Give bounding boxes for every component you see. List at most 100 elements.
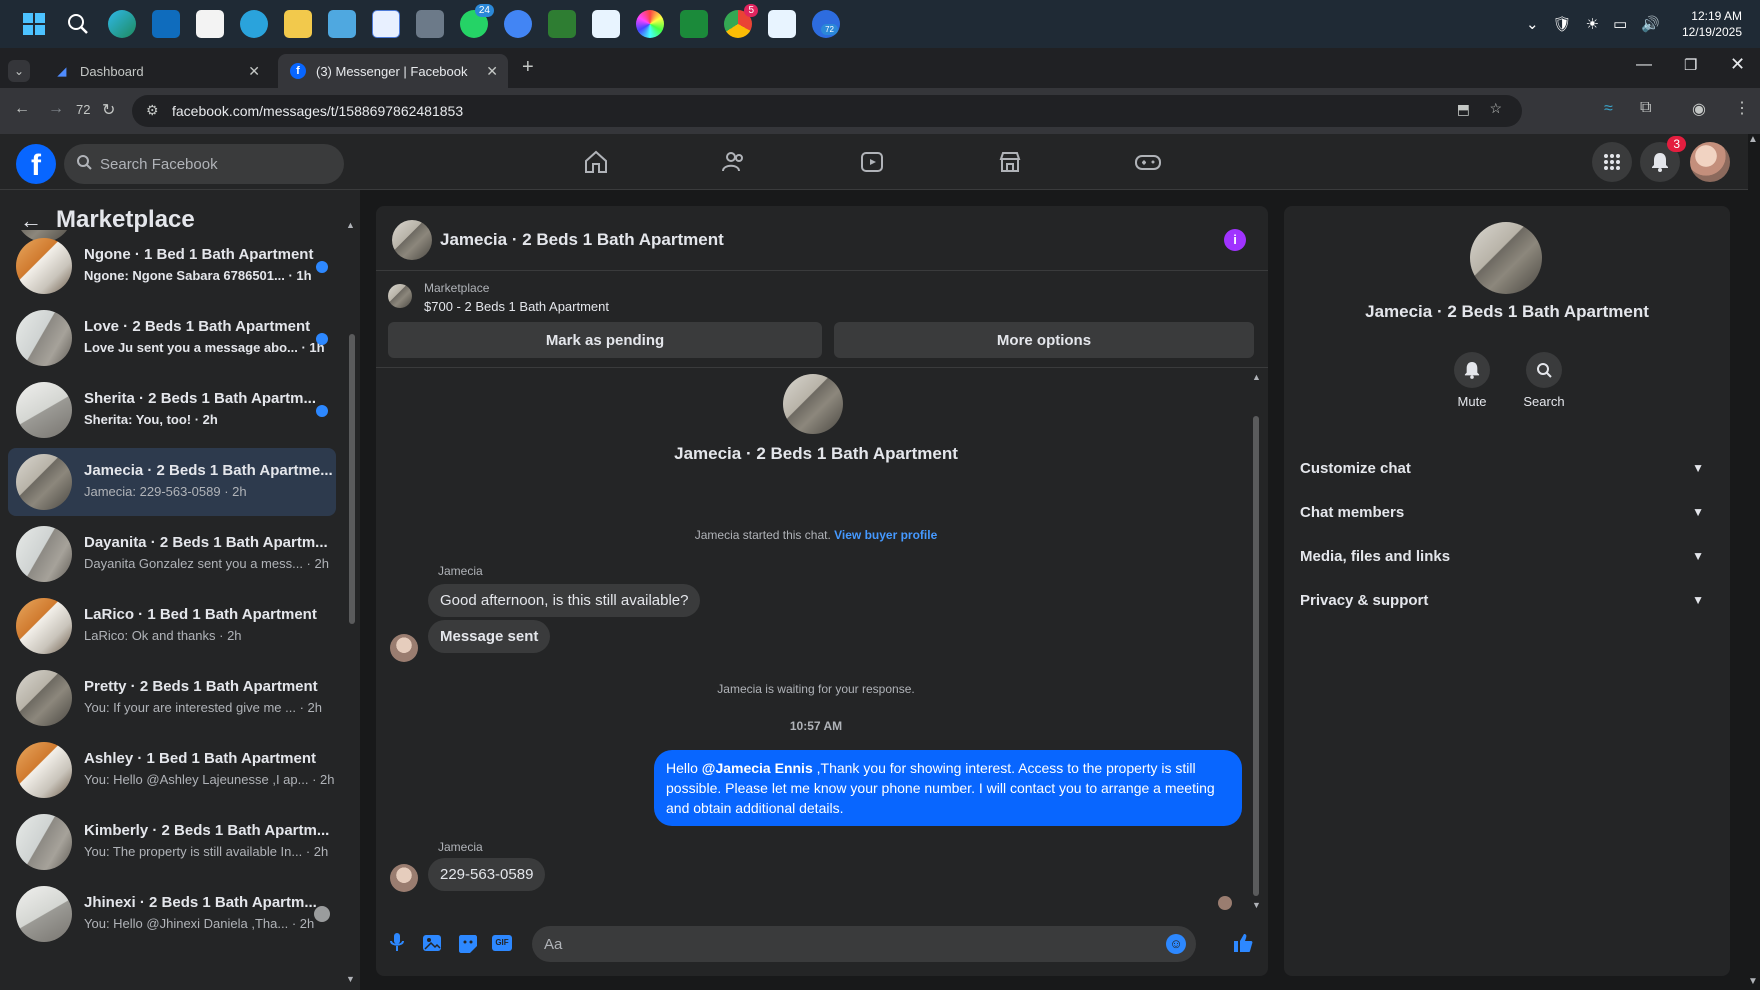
install-icon[interactable]: ⬒ <box>1457 101 1470 118</box>
chat-list-item[interactable]: Kimberly · 2 Beds 1 Bath Apartm... You: T… <box>8 808 336 876</box>
chat-header-avatar[interactable] <box>392 220 432 260</box>
chat-list-item[interactable]: Jamecia · 2 Beds 1 Bath Apartme... Jameci… <box>8 448 336 516</box>
tab-search-icon[interactable]: ⌄ <box>8 60 30 82</box>
sender-avatar[interactable] <box>390 634 418 662</box>
chat-list-item[interactable]: Jhinexi · 2 Beds 1 Bath Apartm... You: He… <box>8 880 336 948</box>
restore-button[interactable]: ❐ <box>1684 56 1697 74</box>
site-info-icon[interactable]: ⚙ <box>146 102 159 119</box>
infinity-app-icon[interactable] <box>680 10 708 38</box>
volume-icon[interactable]: 🔊 <box>1641 15 1660 33</box>
chat-list-item[interactable]: Dayanita · 2 Beds 1 Bath Apartm... Dayani… <box>8 520 336 588</box>
close-icon[interactable]: ✕ <box>486 63 498 80</box>
menu-kebab-icon[interactable]: ⋮ <box>1734 98 1750 118</box>
file-explorer-icon[interactable] <box>284 10 312 38</box>
gif-icon[interactable]: GIF <box>492 935 512 951</box>
thumbs-up-icon[interactable] <box>1232 932 1254 960</box>
facebook-search-input[interactable]: Search Facebook <box>64 144 344 184</box>
chat-list-item[interactable]: Love · 2 Beds 1 Bath Apartment Love Ju se… <box>8 304 336 372</box>
scroll-up-arrow-icon[interactable]: ▲ <box>1748 134 1758 145</box>
close-window-button[interactable]: ✕ <box>1730 54 1745 75</box>
sender-avatar[interactable] <box>390 864 418 892</box>
edge-icon[interactable] <box>108 10 136 38</box>
scroll-up-icon[interactable]: ▲ <box>346 220 355 230</box>
scroll-down-icon[interactable]: ▼ <box>1252 900 1261 910</box>
listing-thumbnail[interactable] <box>388 284 412 308</box>
view-buyer-profile-link[interactable]: View buyer profile <box>834 528 937 542</box>
store-icon[interactable] <box>196 10 224 38</box>
extension-icon[interactable]: ≈ <box>1604 100 1613 118</box>
scrollbar-thumb[interactable] <box>1253 416 1259 896</box>
close-icon[interactable]: ✕ <box>248 63 260 80</box>
video-icon[interactable] <box>856 146 888 178</box>
section-customize-chat[interactable]: Customize chat ▼ <box>1300 448 1714 488</box>
emoji-icon[interactable]: ☺ <box>1166 934 1186 954</box>
message-out[interactable]: Hello @Jamecia Ennis ,Thank you for show… <box>654 750 1242 826</box>
chat-list-item[interactable]: Sherita · 2 Beds 1 Bath Apartm... Sherita… <box>8 376 336 444</box>
chat-list-item[interactable]: Ashley · 1 Bed 1 Bath Apartment You: Hell… <box>8 736 336 804</box>
sail-app-icon[interactable] <box>592 10 620 38</box>
home-icon[interactable] <box>580 146 612 178</box>
minimize-button[interactable]: — <box>1636 56 1652 74</box>
color-picker-icon[interactable] <box>636 10 664 38</box>
forward-icon[interactable]: → <box>48 100 64 118</box>
search-icon[interactable] <box>64 10 92 38</box>
tab-dashboard[interactable]: ◢ Dashboard ✕ <box>42 54 270 88</box>
url-bar[interactable]: ⚙ facebook.com/messages/t/15886978624818… <box>132 95 1522 127</box>
page-scroll-down-icon[interactable]: ▼ <box>1748 976 1758 987</box>
chevron-up-icon[interactable]: ⌄ <box>1526 15 1539 33</box>
info-icon[interactable]: i <box>1224 229 1246 251</box>
tab-messenger[interactable]: f (3) Messenger | Facebook ✕ <box>278 54 508 88</box>
facebook-logo[interactable]: f <box>16 144 56 184</box>
chat-list-item[interactable]: Ngone · 1 Bed 1 Bath Apartment Ngone: Ngo… <box>8 232 336 300</box>
chat-list-item[interactable]: LaRico · 1 Bed 1 Bath Apartment LaRico: O… <box>8 592 336 660</box>
friends-icon[interactable] <box>718 146 750 178</box>
listing-detail[interactable]: $700 - 2 Beds 1 Bath Apartment <box>424 299 609 314</box>
menu-grid-icon[interactable] <box>1592 142 1632 182</box>
mark-as-pending-button[interactable]: Mark as pending <box>388 322 822 358</box>
message-composer-input[interactable]: Aa ☺ <box>532 926 1196 962</box>
section-chat-members[interactable]: Chat members ▼ <box>1300 492 1714 532</box>
bird-app-icon[interactable] <box>416 10 444 38</box>
system-clock[interactable]: 12:19 AM 12/19/2025 <box>1682 8 1742 40</box>
active-app-icon[interactable]: 72 <box>812 10 840 38</box>
message-in[interactable]: 229-563-0589 <box>428 858 546 891</box>
brightness-icon[interactable]: ☀ <box>1586 15 1599 33</box>
marketplace-icon[interactable] <box>994 146 1026 178</box>
sticker-icon[interactable] <box>458 934 478 959</box>
more-options-button[interactable]: More options <box>834 322 1254 358</box>
details-avatar[interactable] <box>1470 222 1542 294</box>
message-in[interactable]: Good afternoon, is this still available? <box>428 584 701 617</box>
scroll-up-icon[interactable]: ▲ <box>1252 372 1261 382</box>
extensions-puzzle-icon[interactable]: ⧉ <box>1640 99 1651 117</box>
display-icon[interactable]: ▭ <box>1613 15 1627 33</box>
section-media-files-links[interactable]: Media, files and links ▼ <box>1300 536 1714 576</box>
whatsapp-icon[interactable]: 24 <box>460 4 494 38</box>
lock-app-icon[interactable] <box>548 10 576 38</box>
voice-clip-icon[interactable] <box>388 932 406 957</box>
search-in-chat-button[interactable]: Search <box>1518 352 1570 409</box>
outlook-icon[interactable] <box>152 10 180 38</box>
chat-header-title[interactable]: Jamecia · 2 Beds 1 Bath Apartment <box>440 230 724 250</box>
scrollbar-thumb[interactable] <box>349 334 355 624</box>
gaming-icon[interactable] <box>1132 146 1164 178</box>
bookmark-star-icon[interactable]: ☆ <box>1489 100 1502 117</box>
new-tab-button[interactable]: + <box>522 56 534 79</box>
message-in[interactable]: Message sent <box>428 620 551 653</box>
security-icon[interactable]: 🛡 <box>1553 15 1572 33</box>
reload-icon[interactable]: ↻ <box>102 100 115 120</box>
telegram-icon[interactable] <box>240 10 268 38</box>
section-privacy-support[interactable]: Privacy & support ▼ <box>1300 580 1714 620</box>
sail-app-2-icon[interactable] <box>768 10 796 38</box>
back-icon[interactable]: ← <box>14 100 30 118</box>
sketch-app-icon[interactable] <box>372 10 400 38</box>
profile-avatar[interactable] <box>1690 142 1730 182</box>
mention[interactable]: @Jamecia Ennis <box>702 760 813 776</box>
windows-start-icon[interactable] <box>20 10 48 38</box>
mute-button[interactable]: Mute <box>1450 352 1494 409</box>
intro-avatar[interactable] <box>783 374 843 434</box>
attach-photo-icon[interactable] <box>422 934 442 957</box>
chrome-icon[interactable]: 5 <box>724 4 758 38</box>
notepad-icon[interactable] <box>328 10 356 38</box>
scroll-down-icon[interactable]: ▼ <box>346 974 355 984</box>
chrome-remote-icon[interactable] <box>504 10 532 38</box>
